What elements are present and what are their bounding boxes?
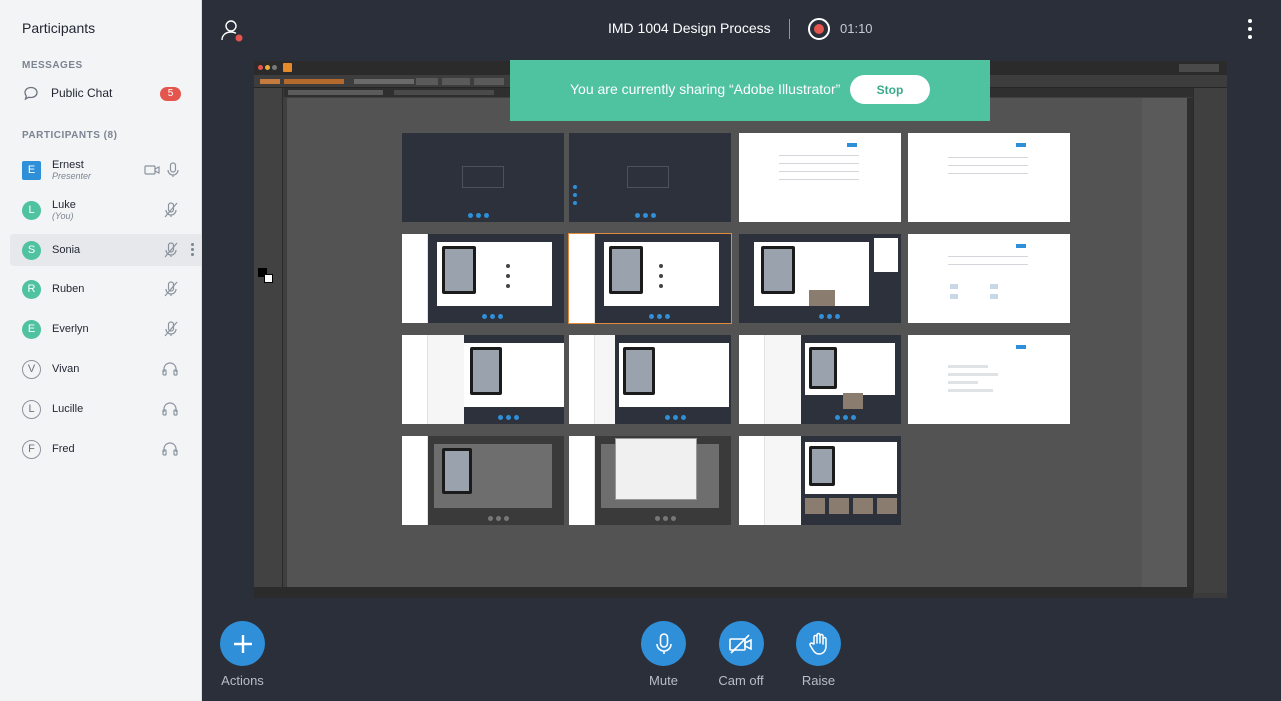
participant-row[interactable]: E Everlyn (10, 313, 201, 345)
avatar: V (22, 359, 41, 379)
headphones-icon (162, 402, 178, 416)
actions-button[interactable]: Actions (220, 621, 265, 688)
participant-row[interactable]: L Luke (You) (10, 194, 201, 226)
participant-role: (You) (52, 211, 74, 221)
mic-muted-icon (164, 202, 178, 218)
participants-sidebar: Participants MESSAGES Public Chat 5 PART… (0, 0, 202, 701)
participant-row[interactable]: E Ernest Presenter (10, 154, 201, 186)
avatar: L (22, 399, 41, 419)
avatar: L (22, 200, 41, 220)
user-settings-icon[interactable] (220, 18, 246, 44)
avatar: E (22, 160, 41, 180)
more-options-icon[interactable] (191, 243, 195, 258)
mic-muted-icon (164, 321, 178, 337)
participant-name: Everlyn (52, 323, 89, 335)
artboard-thumbnail (739, 436, 901, 525)
artboard-thumbnail (739, 234, 901, 323)
artboard-thumbnail (569, 335, 731, 424)
recording-time: 01:10 (840, 21, 873, 36)
public-chat-label: Public Chat (51, 86, 113, 100)
headphones-icon (162, 442, 178, 456)
artboard-thumbnail (569, 436, 731, 525)
camera-off-icon (718, 621, 764, 666)
participant-name: Vivan (52, 363, 80, 375)
raise-hand-button[interactable]: Raise (796, 621, 841, 688)
unread-badge: 5 (160, 87, 181, 101)
actions-label: Actions (221, 673, 264, 688)
participant-name: Fred (52, 443, 75, 455)
shared-screen (254, 61, 1227, 598)
plus-icon (220, 621, 265, 666)
sidebar-title: Participants (22, 20, 96, 36)
artboard-thumbnail (402, 335, 564, 424)
mute-button[interactable]: Mute (641, 621, 686, 688)
participant-role: Presenter (52, 171, 92, 181)
messages-heading: MESSAGES (22, 60, 83, 71)
participant-row[interactable]: L Lucille (10, 393, 201, 425)
artboard-thumbnail (739, 133, 901, 222)
participant-name: Ruben (52, 283, 85, 295)
mute-label: Mute (649, 673, 678, 688)
avatar: S (22, 240, 41, 260)
stop-sharing-button[interactable]: Stop (850, 75, 930, 104)
record-dot-icon (814, 24, 824, 34)
artboard-thumbnail (402, 133, 564, 222)
artboard-thumbnail (568, 233, 732, 324)
hand-icon (796, 621, 841, 666)
sharing-banner: You are currently sharing “Adobe Illustr… (510, 60, 990, 121)
artboard-thumbnail (569, 133, 731, 222)
artboard-thumbnail (402, 234, 564, 323)
mic-muted-icon (164, 242, 178, 258)
avatar: R (22, 279, 41, 299)
right-panels (1193, 88, 1227, 593)
participant-name: Sonia (52, 244, 81, 256)
recording-button[interactable] (808, 18, 830, 40)
participant-row[interactable]: V Vivan (10, 353, 201, 385)
raise-label: Raise (801, 673, 836, 688)
headphones-icon (162, 362, 178, 376)
participant-name: Ernest (52, 159, 84, 171)
meeting-title: IMD 1004 Design Process (608, 20, 771, 36)
chat-bubble-icon (24, 86, 38, 101)
pasteboard (1142, 98, 1187, 587)
avatar: F (22, 439, 41, 459)
artboard-thumbnail (402, 436, 564, 525)
public-chat-item[interactable]: Public Chat 5 (0, 80, 201, 106)
microphone-icon (641, 621, 686, 666)
artboard-thumbnail (908, 234, 1070, 323)
tools-panel (254, 88, 283, 593)
artboard-thumbnail (908, 133, 1070, 222)
participant-name: Lucille (52, 403, 84, 415)
title-divider (789, 19, 790, 39)
mic-muted-icon (164, 281, 178, 297)
avatar: E (22, 319, 41, 339)
cam-off-label: Cam off (718, 673, 764, 688)
participant-name: Luke (52, 199, 76, 211)
participant-row[interactable]: F Fred (10, 433, 201, 465)
participant-row[interactable]: S Sonia (10, 234, 201, 266)
artboard-thumbnail (739, 335, 901, 424)
cam-off-button[interactable]: Cam off (716, 621, 766, 688)
sharing-message: You are currently sharing “Adobe Illustr… (570, 81, 841, 97)
artboard-thumbnail (908, 335, 1070, 424)
camera-icon (144, 165, 160, 175)
mic-icon (167, 162, 179, 177)
status-bar (254, 587, 1193, 598)
participants-heading: PARTICIPANTS (8) (22, 130, 118, 141)
more-menu-icon[interactable] (1248, 19, 1254, 43)
participant-row[interactable]: R Ruben (10, 273, 201, 305)
